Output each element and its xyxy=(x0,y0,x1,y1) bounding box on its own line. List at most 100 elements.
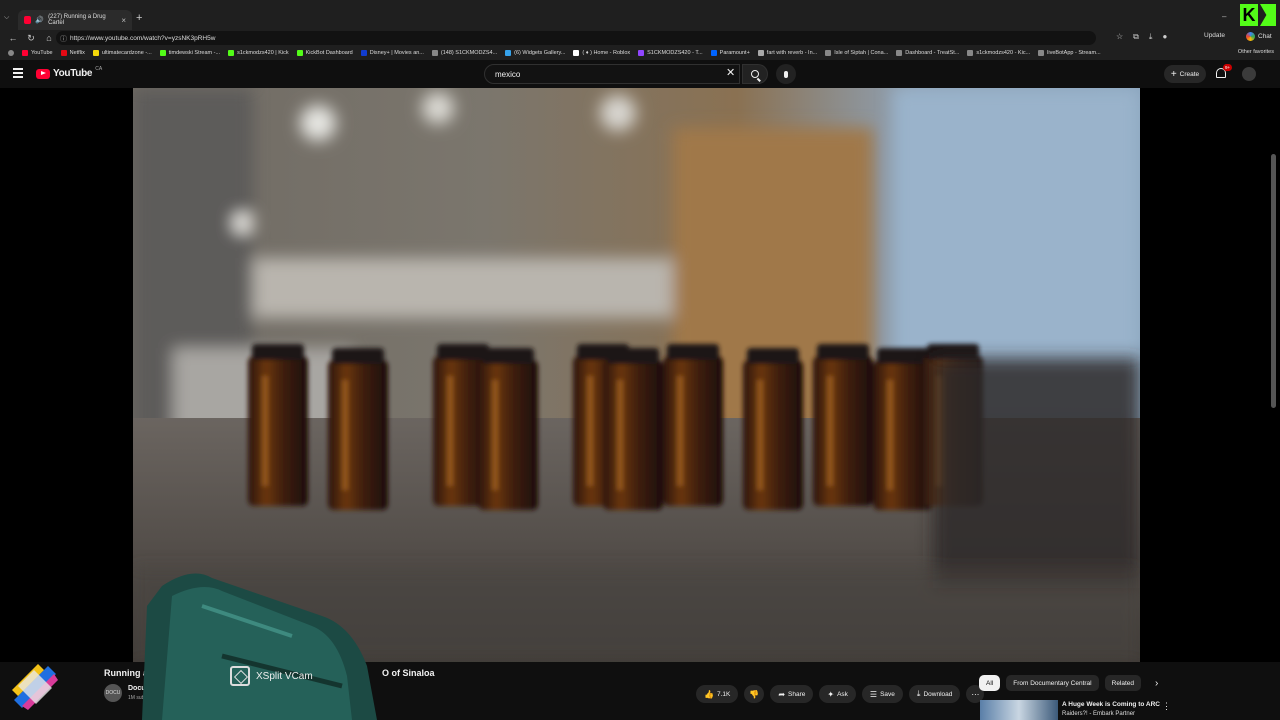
bookmark-star-icon[interactable]: ☆ xyxy=(1116,32,1123,42)
recommendation-menu-icon[interactable]: ⋮ xyxy=(1162,701,1171,712)
bookmark-item[interactable]: Dashboard - TreatSt... xyxy=(896,50,959,56)
download-arrow-icon: ⤓ xyxy=(916,689,921,698)
share-button[interactable]: ➦ Share xyxy=(770,685,814,703)
bookmark-item[interactable]: ( ♦ ) Home - Roblox xyxy=(573,50,630,56)
recommendation-thumbnail[interactable] xyxy=(980,700,1058,720)
menu-hamburger-icon[interactable] xyxy=(13,68,23,78)
bookmark-label: YouTube xyxy=(31,50,53,56)
chat-button[interactable]: Chat xyxy=(1246,32,1272,41)
bookmark-item[interactable]: Paramount+ xyxy=(710,50,750,56)
thumbs-up-icon: 👍 xyxy=(704,689,714,699)
bookmark-item[interactable]: S1CKMODZS420 - T... xyxy=(638,50,703,56)
clear-search-icon[interactable]: ✕ xyxy=(726,66,735,79)
search-value: mexico xyxy=(495,69,521,79)
search-input[interactable]: mexico xyxy=(484,64,740,84)
ask-button[interactable]: ✦ Ask xyxy=(819,685,856,703)
bookmark-favicon-icon xyxy=(505,50,512,56)
new-tab-plus-icon[interactable]: + xyxy=(136,12,142,24)
thumbs-down-icon: 👎 xyxy=(749,689,760,699)
vial-highlight-shape xyxy=(827,376,833,486)
bookmark-label: ultimatecardzone -... xyxy=(101,50,152,56)
vial-cap-shape xyxy=(667,344,719,360)
sparkle-icon: ✦ xyxy=(827,689,835,699)
xsplit-vcam-watermark: XSplit VCam xyxy=(230,666,313,686)
kick-logo-icon: K xyxy=(1240,4,1278,28)
home-icon[interactable]: ⌂ xyxy=(44,33,54,43)
bookmark-item[interactable]: timdewski Stream -... xyxy=(159,50,221,56)
bookmark-label: liveBotApp - Stream... xyxy=(1047,50,1101,56)
video-title-end: O of Sinaloa xyxy=(382,668,435,678)
account-avatar[interactable] xyxy=(1242,67,1256,81)
bookmark-item[interactable]: YouTube xyxy=(22,50,53,56)
like-button[interactable]: 👍 7.1K xyxy=(696,685,739,703)
bookmark-item[interactable]: fart with reverb - In... xyxy=(757,50,817,56)
bookmark-label: s1ckmodzs420 - Kic... xyxy=(976,50,1031,56)
bookmark-item[interactable]: Disney+ | Movies an... xyxy=(360,50,424,56)
extensions-icon[interactable]: ⧉ xyxy=(1133,32,1139,42)
vial-shape xyxy=(603,360,663,510)
bookmarks-apps-icon[interactable] xyxy=(8,50,14,56)
region-code: CA xyxy=(95,65,103,72)
minimize-icon[interactable]: – xyxy=(1222,12,1226,21)
voice-search-button[interactable] xyxy=(776,64,796,84)
youtube-favicon-icon xyxy=(24,16,32,24)
bookmark-label: timdewski Stream -... xyxy=(168,50,221,56)
bookmark-item[interactable]: liveBotApp - Stream... xyxy=(1038,50,1101,56)
tab-title: (227) Running a Drug Cartel xyxy=(48,14,106,26)
vial-shape xyxy=(478,360,538,510)
tab-search-chevron-icon[interactable]: ⌵ xyxy=(4,14,9,22)
bookmark-favicon-icon xyxy=(60,50,67,56)
bookmark-label: KickBot Dashboard xyxy=(305,50,353,56)
other-favorites-folder[interactable]: Other favorites xyxy=(1233,49,1274,55)
site-info-icon[interactable]: ⓘ xyxy=(60,34,67,44)
update-button[interactable]: Update xyxy=(1204,32,1225,39)
back-arrow-icon[interactable]: ← xyxy=(8,33,18,43)
chip-related[interactable]: Related xyxy=(1104,675,1142,691)
webcam-chair-overlay xyxy=(142,573,377,720)
recommendation-subtitle: Raiders?! - Embark Partner xyxy=(1062,711,1136,717)
bookmark-label: s1ckmodzs420 | Kick xyxy=(237,50,289,56)
bookmark-item[interactable]: Isle of Siptah | Cona... xyxy=(825,50,888,56)
dislike-button[interactable]: 👎 xyxy=(744,685,765,703)
vial-cap-shape xyxy=(437,344,489,360)
page-scrollbar[interactable] xyxy=(1271,154,1276,408)
create-button[interactable]: + Create xyxy=(1164,65,1206,83)
youtube-logo[interactable]: YouTube CA xyxy=(36,65,103,79)
browser-tab[interactable]: 🔊 (227) Running a Drug Cartel × xyxy=(18,10,132,30)
chat-label: Chat xyxy=(1258,33,1272,40)
download-button[interactable]: ⤓ Download xyxy=(908,685,961,703)
vial-highlight-shape xyxy=(757,380,763,490)
microphone-icon xyxy=(784,70,788,78)
bookmark-item[interactable]: KickBot Dashboard xyxy=(296,50,353,56)
recommendation-title[interactable]: A Huge Week is Coming to ARC xyxy=(1062,701,1160,708)
like-count: 7.1K xyxy=(716,690,731,698)
download-icon[interactable]: ⤓ xyxy=(1149,32,1153,42)
xsplit-label: XSplit VCam xyxy=(256,670,313,682)
bookmark-item[interactable]: s1ckmodzs420 - Kic... xyxy=(967,50,1030,56)
chip-all[interactable]: All xyxy=(979,675,1001,691)
bookmark-favicon-icon xyxy=(296,50,303,56)
save-button[interactable]: ☰ Save xyxy=(861,685,903,703)
chip-from-channel[interactable]: From Documentary Central xyxy=(1006,675,1099,691)
download-label: Download xyxy=(923,690,953,698)
bookmark-item[interactable]: (148) S1CKMODZS4... xyxy=(431,50,497,56)
reload-icon[interactable]: ↻ xyxy=(26,33,36,44)
bookmark-item[interactable]: Netflix xyxy=(60,50,85,56)
browser-tab-bar: ⌵ 🔊 (227) Running a Drug Cartel × + – K xyxy=(0,0,1280,30)
channel-avatar[interactable]: DOCU xyxy=(104,684,122,702)
bookmark-item[interactable]: ultimatecardzone -... xyxy=(92,50,152,56)
bookmark-favicon-icon xyxy=(825,50,832,56)
bookmark-item[interactable]: s1ckmodzs420 | Kick xyxy=(228,50,289,56)
chevron-right-icon[interactable]: › xyxy=(1155,678,1158,689)
search-button[interactable] xyxy=(742,64,768,84)
bookmark-item[interactable]: (6) Widgets Gallery... xyxy=(505,50,565,56)
close-tab-icon[interactable]: × xyxy=(121,16,126,25)
vial-highlight-shape xyxy=(262,376,268,486)
profile-icon[interactable]: ● xyxy=(1162,32,1167,42)
url-field[interactable]: ⓘ https://www.youtube.com/watch?v=yzsNK3… xyxy=(56,31,1096,45)
share-label: Share xyxy=(788,690,806,698)
speaker-icon[interactable]: 🔊 xyxy=(35,16,44,24)
bookmark-label: Dashboard - TreatSt... xyxy=(905,50,960,56)
save-label: Save xyxy=(880,690,895,698)
vial-cap-shape xyxy=(607,348,659,364)
